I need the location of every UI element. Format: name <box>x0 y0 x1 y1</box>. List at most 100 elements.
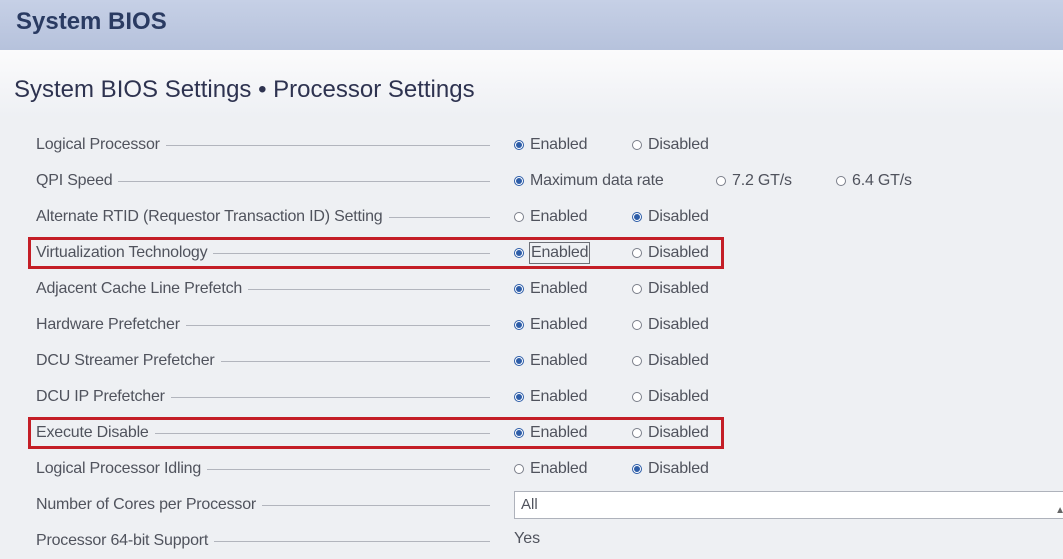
radio-option-disabled[interactable]: Disabled <box>632 314 709 336</box>
radio-selected-icon[interactable] <box>514 392 524 402</box>
leader-line <box>248 288 490 290</box>
radio-option-label: Enabled <box>528 242 591 264</box>
radio-unselected-icon[interactable] <box>716 176 726 186</box>
radio-unselected-icon[interactable] <box>632 356 642 366</box>
setting-label-wrap: Adjacent Cache Line Prefetch <box>36 271 492 307</box>
radio-option-disabled[interactable]: Disabled <box>632 134 709 156</box>
radio-selected-icon[interactable] <box>632 464 642 474</box>
readonly-value: Yes <box>514 530 541 547</box>
radio-option-label: Disabled <box>648 388 709 405</box>
radio-option-disabled[interactable]: Disabled <box>632 242 709 264</box>
setting-row-processor-64-bit-support: Processor 64-bit Support Yes <box>0 523 1063 559</box>
dropdown-arrow-icon[interactable]: ▲ <box>1055 498 1063 524</box>
radio-option-label: Enabled <box>530 208 588 225</box>
radio-option-disabled[interactable]: Disabled <box>632 350 709 372</box>
setting-label-wrap: Logical Processor Idling <box>36 451 492 487</box>
radio-option-enabled[interactable]: Enabled <box>514 278 588 300</box>
radio-unselected-icon[interactable] <box>514 212 524 222</box>
leader-line <box>214 540 490 542</box>
radio-option-disabled[interactable]: Disabled <box>632 278 709 300</box>
setting-row-logical-processor: Logical Processor Enabled Disabled <box>0 127 1063 163</box>
page-title: System BIOS Settings • Processor Setting… <box>14 76 475 103</box>
radio-option-enabled[interactable]: Enabled <box>514 386 588 408</box>
leader-line <box>118 180 490 182</box>
radio-option-disabled[interactable]: Disabled <box>632 458 709 480</box>
radio-option-maximum-data-rate[interactable]: Maximum data rate <box>514 170 664 192</box>
radio-selected-icon[interactable] <box>514 140 524 150</box>
setting-label: Hardware Prefetcher <box>36 316 180 333</box>
radio-option-label: Enabled <box>530 136 588 153</box>
radio-unselected-icon[interactable] <box>632 320 642 330</box>
leader-line <box>388 216 490 218</box>
setting-label: Execute Disable <box>36 424 149 441</box>
leader-line <box>220 360 490 362</box>
setting-label: Adjacent Cache Line Prefetch <box>36 280 243 297</box>
radio-unselected-icon[interactable] <box>514 464 524 474</box>
radio-option-label: Enabled <box>530 316 588 333</box>
radio-selected-icon[interactable] <box>514 356 524 366</box>
setting-row-qpi-speed: QPI Speed Maximum data rate 7.2 GT/s 6.4 GT… <box>0 163 1063 199</box>
radio-unselected-icon[interactable] <box>632 428 642 438</box>
setting-row-dcu-ip-prefetcher: DCU IP Prefetcher Enabled Disabled <box>0 379 1063 415</box>
setting-row-virtualization-technology: Virtualization Technology Enabled Disabled <box>0 235 1063 271</box>
radio-option-label: Disabled <box>648 352 709 369</box>
radio-selected-icon[interactable] <box>514 320 524 330</box>
radio-option-disabled[interactable]: Disabled <box>632 206 709 228</box>
cores-dropdown[interactable]: All ▲ <box>514 491 1063 519</box>
radio-option-enabled[interactable]: Enabled <box>514 314 588 336</box>
dropdown-value: All <box>521 496 538 513</box>
setting-row-dcu-streamer-prefetcher: DCU Streamer Prefetcher Enabled Disabled <box>0 343 1063 379</box>
radio-option-label: Maximum data rate <box>530 172 664 189</box>
setting-row-alternate-rtid-requestor-transaction-id-setting: Alternate RTID (Requestor Transaction ID… <box>0 199 1063 235</box>
leader-line <box>262 504 490 506</box>
radio-selected-icon[interactable] <box>514 428 524 438</box>
leader-line <box>165 144 490 146</box>
radio-option-enabled[interactable]: Enabled <box>514 422 588 444</box>
radio-option-enabled[interactable]: Enabled <box>514 458 588 480</box>
setting-label: Processor 64-bit Support <box>36 532 209 549</box>
setting-label: Virtualization Technology <box>36 244 208 261</box>
radio-selected-icon[interactable] <box>514 248 524 258</box>
setting-label-wrap: Number of Cores per Processor <box>36 487 492 523</box>
radio-selected-icon[interactable] <box>632 212 642 222</box>
setting-label: Logical Processor <box>36 136 160 153</box>
radio-unselected-icon[interactable] <box>632 140 642 150</box>
radio-option-enabled[interactable]: Enabled <box>514 206 588 228</box>
radio-option-label: Enabled <box>530 352 588 369</box>
setting-label-wrap: Processor 64-bit Support <box>36 523 492 559</box>
radio-unselected-icon[interactable] <box>632 248 642 258</box>
radio-option-7-2-gt-s[interactable]: 7.2 GT/s <box>716 170 792 192</box>
radio-option-label: Disabled <box>648 280 709 297</box>
radio-selected-icon[interactable] <box>514 176 524 186</box>
setting-row-logical-processor-idling: Logical Processor Idling Enabled Disabled <box>0 451 1063 487</box>
radio-option-label: 7.2 GT/s <box>732 172 792 189</box>
radio-option-enabled[interactable]: Enabled <box>514 134 588 156</box>
setting-label-wrap: Alternate RTID (Requestor Transaction ID… <box>36 199 492 235</box>
setting-label: DCU IP Prefetcher <box>36 388 165 405</box>
radio-option-enabled[interactable]: Enabled <box>514 242 591 264</box>
setting-row-adjacent-cache-line-prefetch: Adjacent Cache Line Prefetch Enabled Disab… <box>0 271 1063 307</box>
setting-label-wrap: Hardware Prefetcher <box>36 307 492 343</box>
radio-unselected-icon[interactable] <box>632 284 642 294</box>
radio-option-6-4-gt-s[interactable]: 6.4 GT/s <box>836 170 912 192</box>
radio-option-disabled[interactable]: Disabled <box>632 422 709 444</box>
radio-option-label: Disabled <box>648 136 709 153</box>
leader-line <box>207 468 490 470</box>
setting-label-wrap: Virtualization Technology <box>36 235 492 271</box>
setting-label-wrap: Logical Processor <box>36 127 492 163</box>
setting-row-number-of-cores-per-processor: Number of Cores per Processor All ▲ <box>0 487 1063 523</box>
setting-label: DCU Streamer Prefetcher <box>36 352 215 369</box>
radio-option-disabled[interactable]: Disabled <box>632 386 709 408</box>
radio-option-label: Disabled <box>648 244 709 261</box>
radio-selected-icon[interactable] <box>514 284 524 294</box>
radio-option-label: Enabled <box>530 460 588 477</box>
radio-unselected-icon[interactable] <box>836 176 846 186</box>
radio-option-label: Disabled <box>648 316 709 333</box>
radio-option-label: Enabled <box>530 388 588 405</box>
leader-line <box>154 432 490 434</box>
app-title: System BIOS <box>16 8 167 35</box>
radio-option-enabled[interactable]: Enabled <box>514 350 588 372</box>
radio-unselected-icon[interactable] <box>632 392 642 402</box>
settings-list: Logical Processor Enabled Disabled QPI Spee… <box>0 127 1063 550</box>
setting-label: Alternate RTID (Requestor Transaction ID… <box>36 208 383 225</box>
